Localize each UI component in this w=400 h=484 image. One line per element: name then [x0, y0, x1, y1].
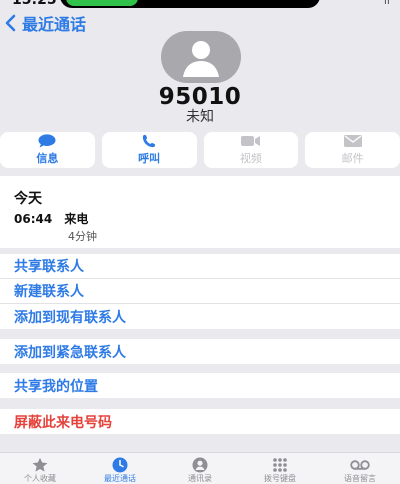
message-icon [38, 134, 56, 148]
clock-icon [112, 457, 128, 473]
chevron-left-icon [5, 14, 16, 32]
tab-contacts[interactable]: 通讯录 [160, 453, 240, 484]
recent-day: 今天 [14, 191, 42, 207]
tab-keypad[interactable]: 拨号键盘 [240, 453, 320, 484]
tab-recents[interactable]: 最近通话 [80, 453, 160, 484]
tab-keypad-label: 拨号键盘 [264, 474, 296, 483]
phone-icon [143, 134, 156, 148]
recent-time: 06:44 [14, 212, 53, 226]
back-label: 最近通话 [22, 15, 87, 34]
add-emergency-contact-button[interactable]: 添加到紧急联系人 [0, 339, 400, 364]
emergency-group: 添加到紧急联系人 [0, 339, 400, 364]
contact-label: 未知 [186, 109, 214, 125]
back-button[interactable]: 最近通话 [4, 11, 86, 35]
active-call-pill[interactable] [66, 0, 138, 6]
video-button[interactable]: 视频 [203, 132, 299, 168]
recent-call-row: 06:44 来电 [14, 210, 96, 227]
mail-label: 邮件 [341, 152, 364, 165]
video-icon [240, 136, 260, 146]
recent-type: 来电 [64, 212, 89, 226]
message-button[interactable]: 信息 [0, 132, 95, 168]
call-button[interactable]: 呼叫 [101, 132, 197, 168]
voicemail-icon [350, 460, 370, 470]
mail-icon [343, 135, 362, 147]
tab-contacts-label: 通讯录 [188, 474, 212, 483]
location-group: 共享我的位置 [0, 373, 400, 398]
message-label: 信息 [36, 152, 59, 165]
share-contact-button[interactable]: 共享联系人 [0, 254, 400, 279]
block-caller-button[interactable]: 屏蔽此来电号码 [0, 409, 400, 434]
status-bar: 15:25 ll [0, 0, 400, 10]
tab-favorites-label: 个人收藏 [24, 474, 56, 483]
tab-favorites[interactable]: 个人收藏 [0, 453, 80, 484]
tab-voicemail-label: 语音留言 [344, 474, 376, 483]
recent-duration: 4分钟 [68, 230, 97, 243]
tab-bar: 个人收藏 最近通话 通讯录 拨号键盘 语音留言 [0, 452, 400, 484]
person-icon [183, 41, 219, 77]
star-icon [32, 457, 48, 472]
action-buttons: 信息 呼叫 视频 邮件 [0, 132, 400, 168]
video-label: 视频 [239, 152, 262, 165]
signal-indicator: ll [383, 0, 390, 7]
contacts-icon [192, 457, 208, 473]
add-to-existing-contact-button[interactable]: 添加到现有联系人 [0, 304, 400, 329]
status-time: 15:25 [12, 0, 57, 8]
block-group: 屏蔽此来电号码 [0, 409, 400, 434]
mail-button[interactable]: 邮件 [305, 132, 400, 168]
new-contact-button[interactable]: 新建联系人 [0, 279, 400, 304]
avatar [161, 31, 241, 83]
share-location-button[interactable]: 共享我的位置 [0, 373, 400, 398]
contact-actions-group: 共享联系人 新建联系人 添加到现有联系人 [0, 254, 400, 329]
keypad-icon [273, 458, 287, 472]
tab-voicemail[interactable]: 语音留言 [320, 453, 400, 484]
recent-calls-card: 今天 06:44 来电 4分钟 [0, 176, 400, 248]
call-label: 呼叫 [138, 152, 161, 165]
tab-recents-label: 最近通话 [104, 474, 136, 483]
